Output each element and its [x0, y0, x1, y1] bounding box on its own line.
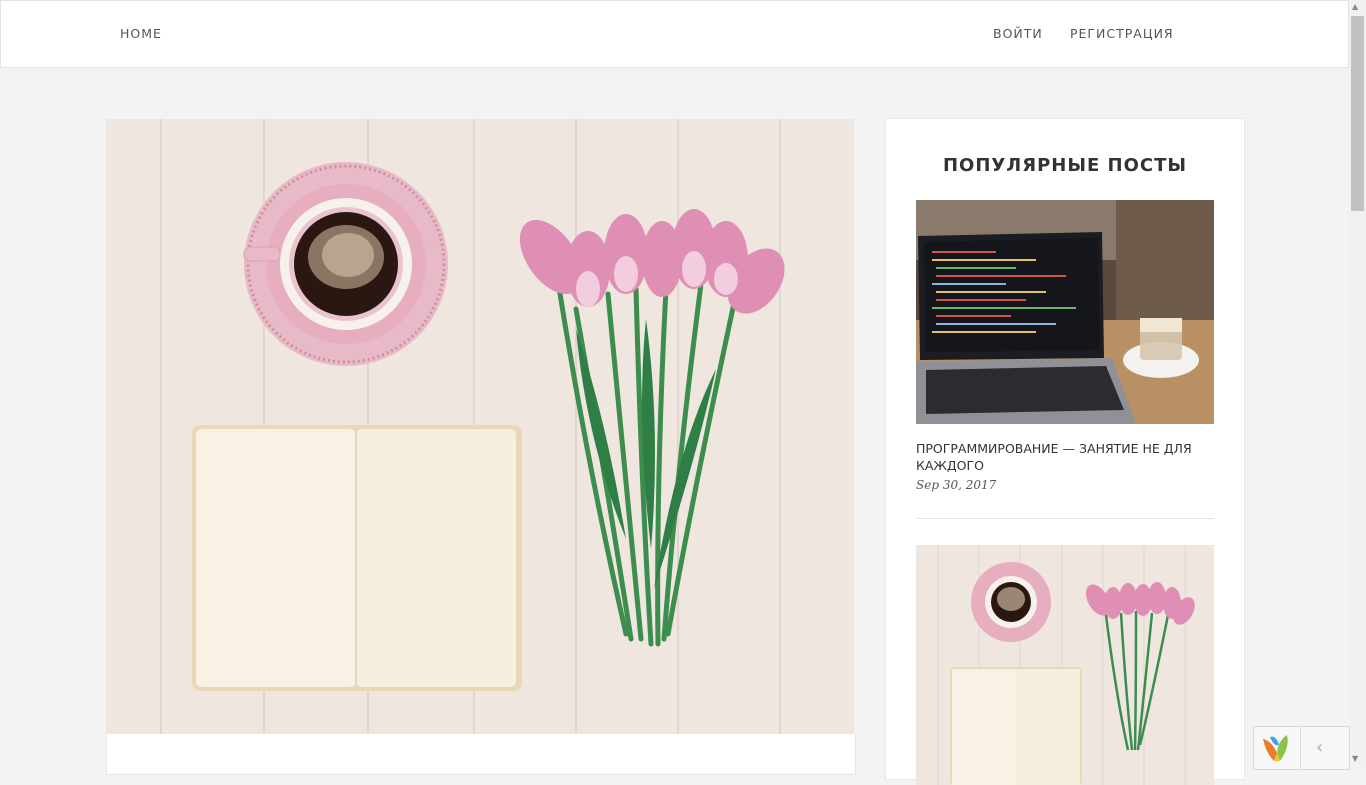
toolbar-separator — [1300, 727, 1301, 769]
vertical-scrollbar[interactable]: ▲ ▼ — [1349, 0, 1366, 768]
post-title-link[interactable]: ПРОГРАММИРОВАНИЕ — ЗАНЯТИЕ НЕ ДЛЯ КАЖДОГ… — [916, 440, 1206, 474]
top-navbar: HOME ВОЙТИ РЕГИСТРАЦИЯ — [0, 0, 1349, 68]
debug-toolbar: ‹ — [1253, 726, 1350, 770]
popular-posts-widget: ПОПУЛЯРНЫЕ ПОСТЫ ПРОГРАММИРОВАНИЕ — ЗАНЯ… — [885, 118, 1245, 785]
main-post-image[interactable] — [106, 119, 854, 734]
widget-title: ПОПУЛЯРНЫЕ ПОСТЫ — [942, 155, 1188, 176]
post-thumbnail-tulips[interactable] — [916, 545, 1214, 785]
nav-login-link[interactable]: ВОЙТИ — [993, 26, 1043, 41]
scroll-down-arrow-icon[interactable]: ▼ — [1352, 754, 1358, 763]
nav-home-link[interactable]: HOME — [120, 26, 162, 41]
scroll-up-arrow-icon[interactable]: ▲ — [1352, 2, 1358, 11]
laptop-code-photo — [916, 200, 1214, 424]
main-post-body — [106, 734, 856, 775]
post-thumbnail-laptop[interactable] — [916, 200, 1214, 424]
yii-logo-icon[interactable] — [1260, 731, 1294, 765]
coffee-tulips-notebook-photo — [916, 545, 1214, 785]
scrollbar-thumb[interactable] — [1351, 16, 1364, 211]
coffee-tulips-notebook-illustration — [106, 119, 854, 734]
toolbar-toggle-chevron-icon[interactable]: ‹ — [1316, 737, 1323, 758]
post-divider — [916, 518, 1214, 519]
nav-register-link[interactable]: РЕГИСТРАЦИЯ — [1070, 26, 1174, 41]
post-date: Sep 30, 2017 — [916, 478, 997, 492]
